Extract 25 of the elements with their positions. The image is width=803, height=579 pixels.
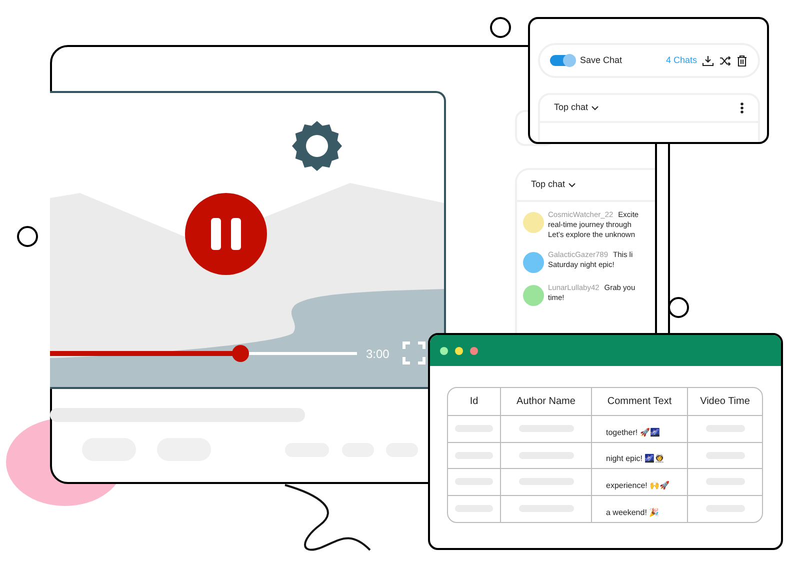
circle-drawing (490, 17, 511, 38)
column-header: Comment Text (592, 388, 688, 415)
table-cell: night epic! 🌌👩‍🚀 (606, 453, 665, 465)
column-header: Author Name (501, 388, 592, 415)
table-cell: together! 🚀🌌 (606, 426, 660, 438)
table-cell: experience! 🙌🚀 (606, 480, 670, 492)
download-icon[interactable] (702, 54, 714, 66)
trash-icon[interactable] (736, 54, 748, 66)
column-header: Id (448, 388, 501, 415)
gear-icon (292, 121, 342, 171)
more-icon[interactable] (740, 102, 744, 114)
table-cell: a weekend! 🎉 (606, 507, 660, 519)
sort-label: Top chat (531, 178, 566, 192)
toggle-switch[interactable] (550, 55, 575, 66)
chevron-down-icon[interactable] (591, 104, 600, 112)
circle-drawing (17, 226, 38, 247)
sort-label: Top chat (554, 101, 588, 114)
chat-count[interactable]: 4 Chats (666, 54, 697, 68)
column-header: Video Time (699, 395, 751, 409)
pause-icon (211, 218, 241, 250)
chevron-down-icon[interactable] (568, 181, 576, 189)
video-time: 3:00 (366, 346, 390, 363)
shuffle-icon[interactable] (719, 54, 731, 66)
progress-slider[interactable] (50, 345, 357, 362)
toggle-label: Save Chat (580, 54, 622, 67)
